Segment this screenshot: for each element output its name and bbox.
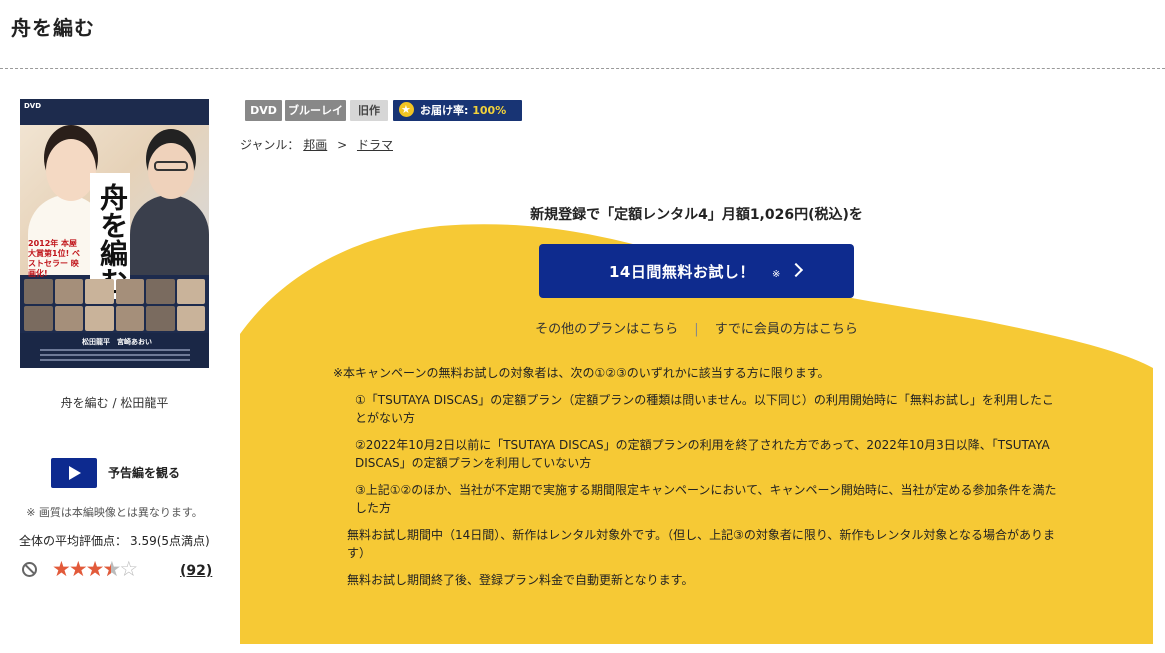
cover-figure-right [130,195,209,275]
dvd-cover-image[interactable]: DVD 舟を編む 2012年 本屋大賞第1位! ベストセラー 映画化! 松田龍平… [20,99,209,368]
notes-item-3: ③上記①②のほか、当社が不定期で実施する期間限定キャンペーンにおいて、キャンペー… [355,483,1057,515]
cast-photo [54,306,83,331]
member-login-link[interactable]: すでに会員の方はこちら [715,322,858,337]
cast-photo [146,279,175,304]
notes-trial-period: 無料お試し期間中（14日間）、新作はレンタル対象外です。（但し、上記③の対象者に… [347,528,1055,560]
cover-cast-line: 松田龍平 宮崎あおい [82,338,152,346]
cast-photo [54,279,83,304]
genre-separator: > [337,138,348,152]
badge-delivery-rate: お届け率: 100% [393,99,522,121]
cover-glasses [154,161,188,171]
delivery-rate: 100% [472,104,507,117]
notes-item-2: ②2022年10月2日以前に「TSUTAYA DISCAS」の定額プランの利用を… [355,438,1050,470]
genre-link-hogaku[interactable]: 邦画 [303,138,327,152]
cast-photo [24,279,53,304]
play-icon [69,466,81,480]
notes-item-1: ①「TSUTAYA DISCAS」の定額プラン（定額プランの種類は問いません。以… [355,393,1054,425]
cast-photo [115,279,144,304]
star-empty-icon: ☆ [119,557,138,581]
prohibited-icon[interactable] [22,562,37,577]
badge-dvd: DVD [245,100,282,121]
genre-label: ジャンル： [240,138,300,152]
medal-star-icon [399,99,414,120]
notes-intro: ※本キャンペーンの無料お試しの対象者は、次の①②③のいずれかに該当する方に限りま… [333,366,830,380]
campaign-notes: ※本キャンペーンの無料お試しの対象者は、次の①②③のいずれかに該当する方に限りま… [333,364,1063,598]
delivery-label: お届け率: [420,104,469,117]
notes-auto-renewal: 無料お試し期間終了後、登録プラン料金で自動更新となります。 [347,573,694,587]
cast-photo [176,306,205,331]
free-trial-note-mark: ※ [772,269,781,280]
cast-photo [176,279,205,304]
cast-photo [146,306,175,331]
rating-stars: ★★★★☆ [52,557,138,581]
cover-face-right [148,143,194,199]
badge-old-release: 旧作 [350,100,388,121]
review-count-link[interactable]: (92) [180,563,212,579]
chevron-right-icon [788,262,804,278]
promo-heading: 新規登録で「定額レンタル4」月額1,026円(税込)を [530,207,863,223]
trailer-play-button[interactable] [51,458,97,488]
cast-photo [24,306,53,331]
free-trial-label: 14日間無料お試し！ [609,263,755,281]
star-full-icon: ★ [52,557,71,581]
cast-photo [85,279,114,304]
page-title: 舟を編む [11,16,95,40]
star-full-icon: ★ [68,557,88,581]
genre-breadcrumb: ジャンル： 邦画 > ドラマ [240,136,393,153]
star-half-icon: ★ [102,557,121,581]
trailer-label[interactable]: 予告編を観る [108,464,180,481]
plan-links: その他のプランはこちら | すでに会員の方はこちら [240,318,1153,337]
product-caption: 舟を編む / 松田龍平 [60,396,169,410]
other-plans-link[interactable]: その他のプランはこちら [535,322,678,337]
free-trial-button[interactable]: 14日間無料お試し！ ※ [539,244,854,298]
cover-cast-grid [24,279,205,331]
genre-link-drama[interactable]: ドラマ [357,138,393,152]
rating-score: 3.59(5点満点) [130,534,210,548]
rating-label: 全体の平均評価点： [19,534,128,548]
cover-award-text: 2012年 本屋大賞第1位! ベストセラー 映画化! [28,239,80,278]
cast-photo [115,306,144,331]
star-full-icon: ★ [85,557,105,581]
title-divider [0,68,1165,69]
plan-links-separator: | [694,322,699,337]
trailer-note: ※ 画質は本編映像とは異なります。 [26,506,203,519]
average-rating: 全体の平均評価点： 3.59(5点満点) [19,532,213,549]
cover-dvd-mark: DVD [24,102,42,110]
cover-credits-fine [40,349,190,351]
cover-face-left [46,139,96,201]
cast-photo [85,306,114,331]
cover-credits: 松田龍平 宮崎あおい [20,333,209,368]
badge-bluray: ブルーレイ [285,100,346,121]
